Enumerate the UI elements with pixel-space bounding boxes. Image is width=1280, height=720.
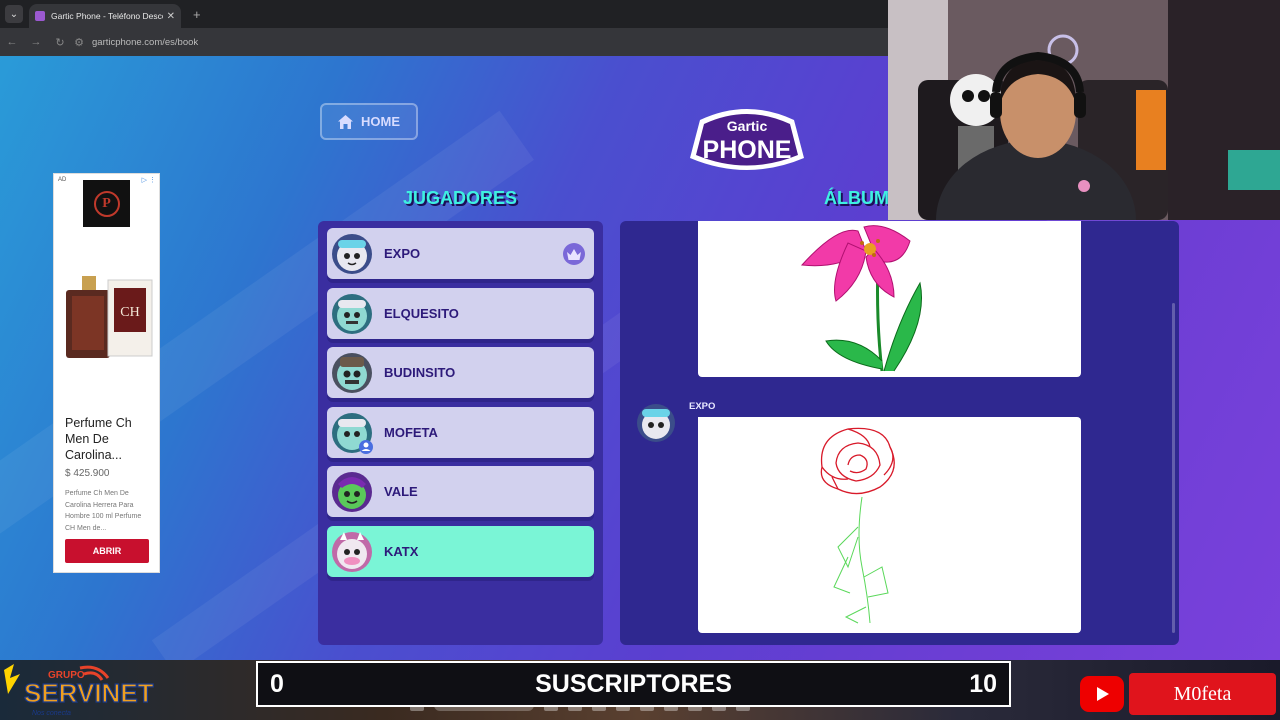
drawing-card — [698, 417, 1081, 633]
new-tab-icon[interactable]: + — [193, 7, 201, 22]
player-avatar — [332, 293, 372, 334]
players-title: JUGADORES — [402, 188, 518, 208]
author-avatar — [637, 404, 675, 442]
album-panel: EXPO — [620, 221, 1179, 645]
player-row-active[interactable]: KATX — [327, 525, 594, 577]
album-title: ÁLBUM — [824, 188, 889, 208]
svg-text:PHONE: PHONE — [703, 136, 792, 164]
player-name: MOFETA — [384, 424, 438, 440]
tab-search-icon[interactable]: ⌄ — [5, 5, 23, 23]
player-name: VALE — [384, 484, 418, 499]
player-row[interactable]: BUDINSITO — [327, 347, 594, 398]
back-icon[interactable]: ← — [0, 36, 24, 48]
subscriber-goal-bar: 0 SUSCRIPTORES 10 — [256, 661, 1011, 707]
gartic-favicon-icon — [35, 11, 45, 21]
player-row[interactable]: ELQUESITO — [327, 287, 594, 339]
rose-drawing — [820, 427, 895, 624]
player-row[interactable]: EXPO — [327, 228, 594, 279]
drawing-card — [698, 221, 1081, 377]
servinet-logo: GRUPO SERVINET Nos conecta — [4, 664, 154, 717]
ad-product-title[interactable]: Perfume Ch Men De Carolina... — [65, 415, 155, 463]
player-avatar — [332, 234, 372, 274]
reload-icon[interactable]: ↻ — [48, 36, 72, 49]
channel-name: M0feta — [1129, 673, 1276, 715]
players-panel: EXPO ELQUESITO BUDINSITO MOFETA VALE KAT… — [318, 221, 603, 645]
svg-text:CH: CH — [120, 305, 139, 320]
ad-price: $ 425.900 — [65, 468, 110, 479]
ad-description: Perfume Ch Men De Carolina Herrera Para … — [65, 490, 142, 532]
sub-goal-end: 10 — [969, 669, 997, 698]
player-name: BUDINSITO — [384, 365, 456, 380]
ad-open-button[interactable]: ABRIR — [65, 539, 149, 563]
close-tab-icon[interactable]: ✕ — [167, 11, 175, 22]
lily-drawing — [800, 225, 923, 372]
webcam-overlay — [888, 0, 1280, 220]
player-avatar — [332, 472, 372, 512]
svg-text:Nos conecta: Nos conecta — [32, 710, 71, 717]
home-label: HOME — [361, 114, 400, 129]
svg-text:Gartic: Gartic — [727, 118, 768, 134]
youtube-icon — [1080, 676, 1124, 712]
address-bar: ← → ↻ ⚙ garticphone.com/es/book — [0, 28, 888, 56]
url-field[interactable]: garticphone.com/es/book — [92, 37, 198, 48]
player-name: KATX — [384, 543, 419, 559]
svg-text:SERVINET: SERVINET — [24, 678, 154, 708]
player-row[interactable]: MOFETA — [327, 406, 594, 458]
perfume-image: CH — [66, 276, 153, 358]
gartic-phone-logo: Gartic PHONE — [690, 109, 804, 170]
album-scrollbar[interactable] — [1172, 303, 1175, 633]
house-icon — [338, 114, 353, 129]
player-avatar — [332, 353, 372, 393]
ad-badge: AD — [58, 177, 67, 183]
player-avatar — [332, 412, 373, 454]
tab-title: Gartic Phone - Teléfono Descon — [51, 11, 163, 21]
forward-icon[interactable]: → — [24, 36, 48, 48]
player-row[interactable]: VALE — [327, 466, 594, 517]
site-info-icon[interactable]: ⚙ — [72, 36, 86, 49]
author-name: EXPO — [689, 401, 716, 412]
player-avatar — [332, 531, 372, 572]
crown-icon — [563, 243, 585, 265]
player-name: EXPO — [384, 246, 421, 261]
ad-banner[interactable]: AD ▷ ⋮ P CH Perfume Ch Men De Carolina..… — [53, 173, 160, 573]
player-name: ELQUESITO — [384, 305, 459, 321]
adchoices-icon[interactable]: ▷ ⋮ — [142, 176, 156, 184]
sub-goal-title: SUSCRIPTORES — [535, 669, 732, 698]
browser-tab[interactable]: Gartic Phone - Teléfono Descon ✕ — [29, 4, 181, 28]
home-button[interactable]: HOME — [320, 103, 418, 140]
store-logo: P — [83, 180, 130, 227]
browser-tab-bar: ⌄ Gartic Phone - Teléfono Descon ✕ + — [0, 0, 888, 28]
